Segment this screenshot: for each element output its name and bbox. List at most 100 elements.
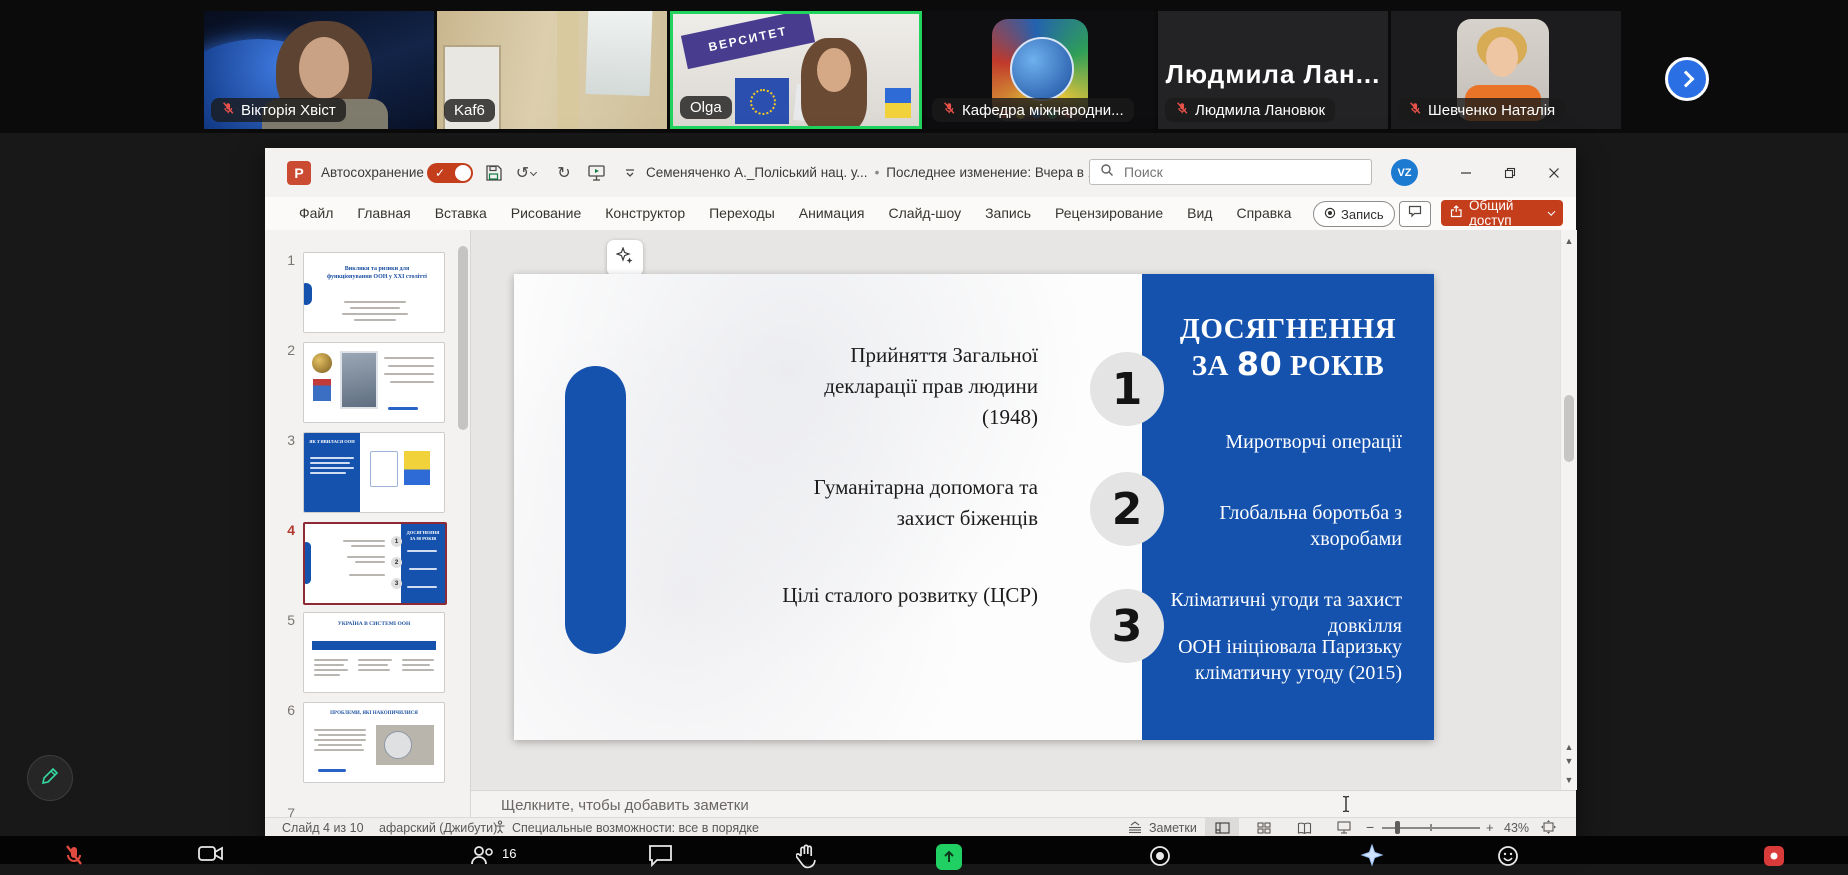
language-indicator[interactable]: афарский (Джибути) <box>379 821 497 835</box>
participant-name-badge: Шевченко Наталія <box>1398 98 1565 122</box>
customize-toolbar-button[interactable] <box>617 161 643 185</box>
participant-name: Людмила Лановюк <box>1195 102 1325 119</box>
column-decor <box>557 11 579 129</box>
share-button[interactable]: Общий доступ <box>1441 200 1563 226</box>
zoom-in-button[interactable]: + <box>1486 820 1494 835</box>
participant-tile-viktoriia[interactable]: Вікторія Хвіст <box>204 11 434 129</box>
record-icon[interactable] <box>1148 844 1172 873</box>
participant-tile-kaf6[interactable]: Kaf6 <box>437 11 667 129</box>
slide-blue-panel[interactable]: ДОСЯГНЕННЯ ЗА 80 РОКІВ Миротворчі операц… <box>1142 274 1434 740</box>
slide[interactable]: Прийняття Загальної декларації прав люди… <box>514 274 1434 740</box>
start-slideshow-button[interactable] <box>583 161 609 185</box>
zoom-out-button[interactable]: − <box>1366 819 1374 835</box>
participant-name: Kaf6 <box>454 102 485 119</box>
slide-thumbnail-6[interactable]: ПРОБЛЕМИ, ЯКІ НАКОПИЧИЛИСЯ <box>303 702 445 783</box>
raise-hand-icon[interactable] <box>796 844 818 875</box>
fit-slide-to-window-button[interactable] <box>1541 820 1556 837</box>
notes-toggle[interactable]: Заметки <box>1149 821 1197 835</box>
previous-slide-button[interactable]: ▼ <box>1561 756 1577 766</box>
redo-button[interactable]: ↻ <box>551 161 577 185</box>
slideshow-view-button[interactable] <box>1327 818 1361 837</box>
mic-muted-icon <box>1175 101 1189 119</box>
last-modified: Последнее изменение: Вчера в 15:54 <box>886 165 1121 180</box>
slide-text-item-1[interactable]: Прийняття Загальної декларації прав люди… <box>768 340 1038 433</box>
zoom-slider-track[interactable] <box>1382 827 1480 829</box>
tab-help[interactable]: Справка <box>1224 197 1303 230</box>
meeting-toolbar: 16 <box>0 836 1848 864</box>
status-bar: Слайд 4 из 10 афарский (Джибути) Специал… <box>265 817 1576 837</box>
close-button[interactable] <box>1532 148 1576 197</box>
slide-sorter-view-button[interactable] <box>1247 818 1281 837</box>
share-screen-icon[interactable] <box>936 844 962 870</box>
record-button[interactable]: Запись <box>1313 201 1395 227</box>
notification-badge-icon[interactable] <box>1762 844 1786 873</box>
next-slide-button[interactable]: ▼ <box>1561 775 1577 785</box>
search-input[interactable] <box>1122 163 1346 181</box>
ai-companion-icon[interactable] <box>1360 844 1384 875</box>
slide-canvas[interactable]: Прийняття Загальної декларації прав люди… <box>471 230 1560 790</box>
canvas-scrollbar[interactable]: ▲ ▲ ▼ ▼ <box>1560 230 1577 790</box>
autosave-toggle[interactable]: ✓ <box>427 163 473 183</box>
chevron-down-icon <box>1548 208 1556 216</box>
tab-draw[interactable]: Рисование <box>499 197 594 230</box>
panel-scrollbar[interactable] <box>458 246 468 430</box>
tab-insert[interactable]: Вставка <box>423 197 499 230</box>
tab-review[interactable]: Рецензирование <box>1043 197 1175 230</box>
save-button[interactable] <box>481 161 507 185</box>
participant-name: Вікторія Хвіст <box>241 102 336 119</box>
tab-view[interactable]: Вид <box>1175 197 1224 230</box>
slide-text-item-2[interactable]: Гуманітарна допомога та захист біженців <box>768 472 1038 534</box>
slide-thumbnail-3[interactable]: ЯК З'ЯВИЛАСЯ ООН <box>303 432 445 513</box>
slide-thumbnail-5[interactable]: УКРАЇНА В СИСТЕМІ ООН <box>303 612 445 693</box>
panel-item-4: ООН ініціювала Паризьку кліматичну угоду… <box>1150 634 1402 686</box>
next-participants-button[interactable] <box>1665 57 1709 101</box>
tab-file[interactable]: Файл <box>287 197 345 230</box>
participant-tile-shevchenko[interactable]: Шевченко Наталія <box>1391 11 1621 129</box>
tab-slideshow[interactable]: Слайд-шоу <box>877 197 974 230</box>
slide-thumbnail-1[interactable]: Виклики та ризики для функціонування ООН… <box>303 252 445 333</box>
restore-button[interactable] <box>1488 148 1532 197</box>
zoom-slider-thumb[interactable] <box>1395 821 1400 834</box>
reactions-icon[interactable] <box>1496 844 1520 873</box>
slide-number: 2 <box>273 342 295 358</box>
account-avatar[interactable]: VZ <box>1391 159 1418 186</box>
slide-thumbnail-2[interactable] <box>303 342 445 423</box>
minimize-button[interactable] <box>1444 148 1488 197</box>
slide-thumbnail-4-selected[interactable]: ДОСЯГНЕННЯ ЗА 80 РОКІВ 1 2 3 <box>303 522 447 605</box>
normal-view-button[interactable] <box>1205 818 1239 837</box>
banner-text: ВЕРСИТЕТ <box>707 24 788 54</box>
tab-transitions[interactable]: Переходы <box>697 197 787 230</box>
comments-button[interactable] <box>1399 201 1431 227</box>
scrollbar-thumb[interactable] <box>1564 395 1574 462</box>
title-bar: P Автосохранение ✓ ↺ ↻ Семеняченко А._По… <box>265 148 1576 197</box>
tab-record[interactable]: Запись <box>973 197 1043 230</box>
undo-button[interactable]: ↺ <box>513 161 539 185</box>
camera-icon[interactable] <box>198 844 224 871</box>
participants-icon[interactable] <box>470 844 496 873</box>
zoom-level[interactable]: 43% <box>1504 821 1529 835</box>
tab-animations[interactable]: Анимация <box>787 197 877 230</box>
slide-text-item-3[interactable]: Цілі сталого розвитку (ЦСР) <box>768 580 1038 611</box>
participant-tile-olga-active[interactable]: ВЕРСИТЕТ Olga <box>670 11 922 129</box>
participant-tile-liudmyla[interactable]: Людмила Лан... Людмила Лановюк <box>1158 11 1388 129</box>
participant-tile-kafedra[interactable]: Кафедра міжнародни... <box>925 11 1155 129</box>
participant-name-badge: Вікторія Хвіст <box>211 98 346 122</box>
scroll-up-arrow[interactable]: ▲ <box>1561 236 1577 246</box>
tab-design[interactable]: Конструктор <box>593 197 697 230</box>
thumb-title: ЯК З'ЯВИЛАСЯ ООН <box>308 439 356 445</box>
notes-pane[interactable]: Щелкните, чтобы добавить заметки <box>471 790 1576 818</box>
slides-panel: 1 2 3 4 5 6 7 Виклики та ризики для функ… <box>265 230 471 817</box>
scroll-down-arrow[interactable]: ▲ <box>1561 742 1577 752</box>
designer-button[interactable] <box>607 240 643 276</box>
reading-view-button[interactable] <box>1287 818 1321 837</box>
tab-home[interactable]: Главная <box>345 197 422 230</box>
slide-number: 5 <box>273 612 295 628</box>
mic-muted-icon <box>1408 101 1422 119</box>
search-box[interactable] <box>1089 159 1372 185</box>
participants-count: 16 <box>502 846 516 861</box>
accessibility-status[interactable]: Специальные возможности: все в порядке <box>512 821 759 835</box>
mic-muted-icon[interactable] <box>62 844 86 875</box>
thumb-title: ДОСЯГНЕННЯ ЗА 80 РОКІВ <box>405 530 441 542</box>
annotate-button[interactable] <box>27 755 73 801</box>
chat-icon[interactable] <box>648 844 673 872</box>
